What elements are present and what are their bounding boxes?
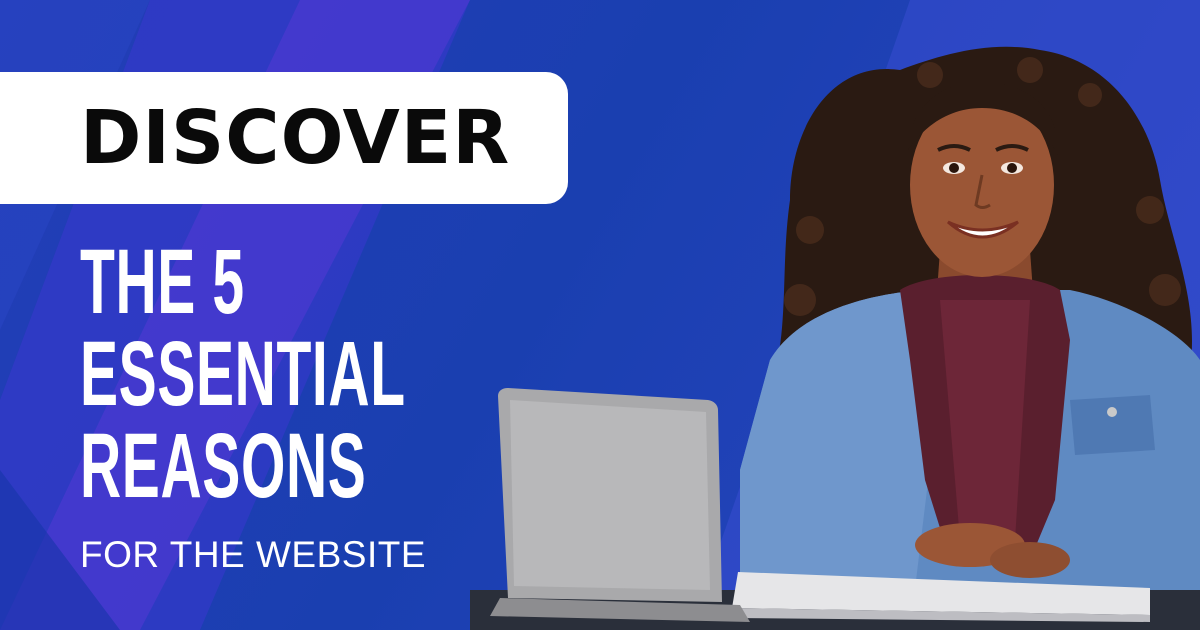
- promo-banner: DISCOVER THE 5 ESSENTIAL REASONS FOR THE…: [0, 0, 1200, 630]
- discover-label: DISCOVER: [80, 95, 511, 181]
- headline-line-2: ESSENTIAL: [80, 323, 406, 425]
- subline: FOR THE WEBSITE: [80, 534, 427, 575]
- headline-line-3: REASONS: [80, 415, 367, 517]
- headline: THE 5 ESSENTIAL REASONS: [80, 236, 500, 512]
- headline-line-1: THE 5: [80, 231, 245, 333]
- woman-with-laptop-photo: [470, 46, 1200, 630]
